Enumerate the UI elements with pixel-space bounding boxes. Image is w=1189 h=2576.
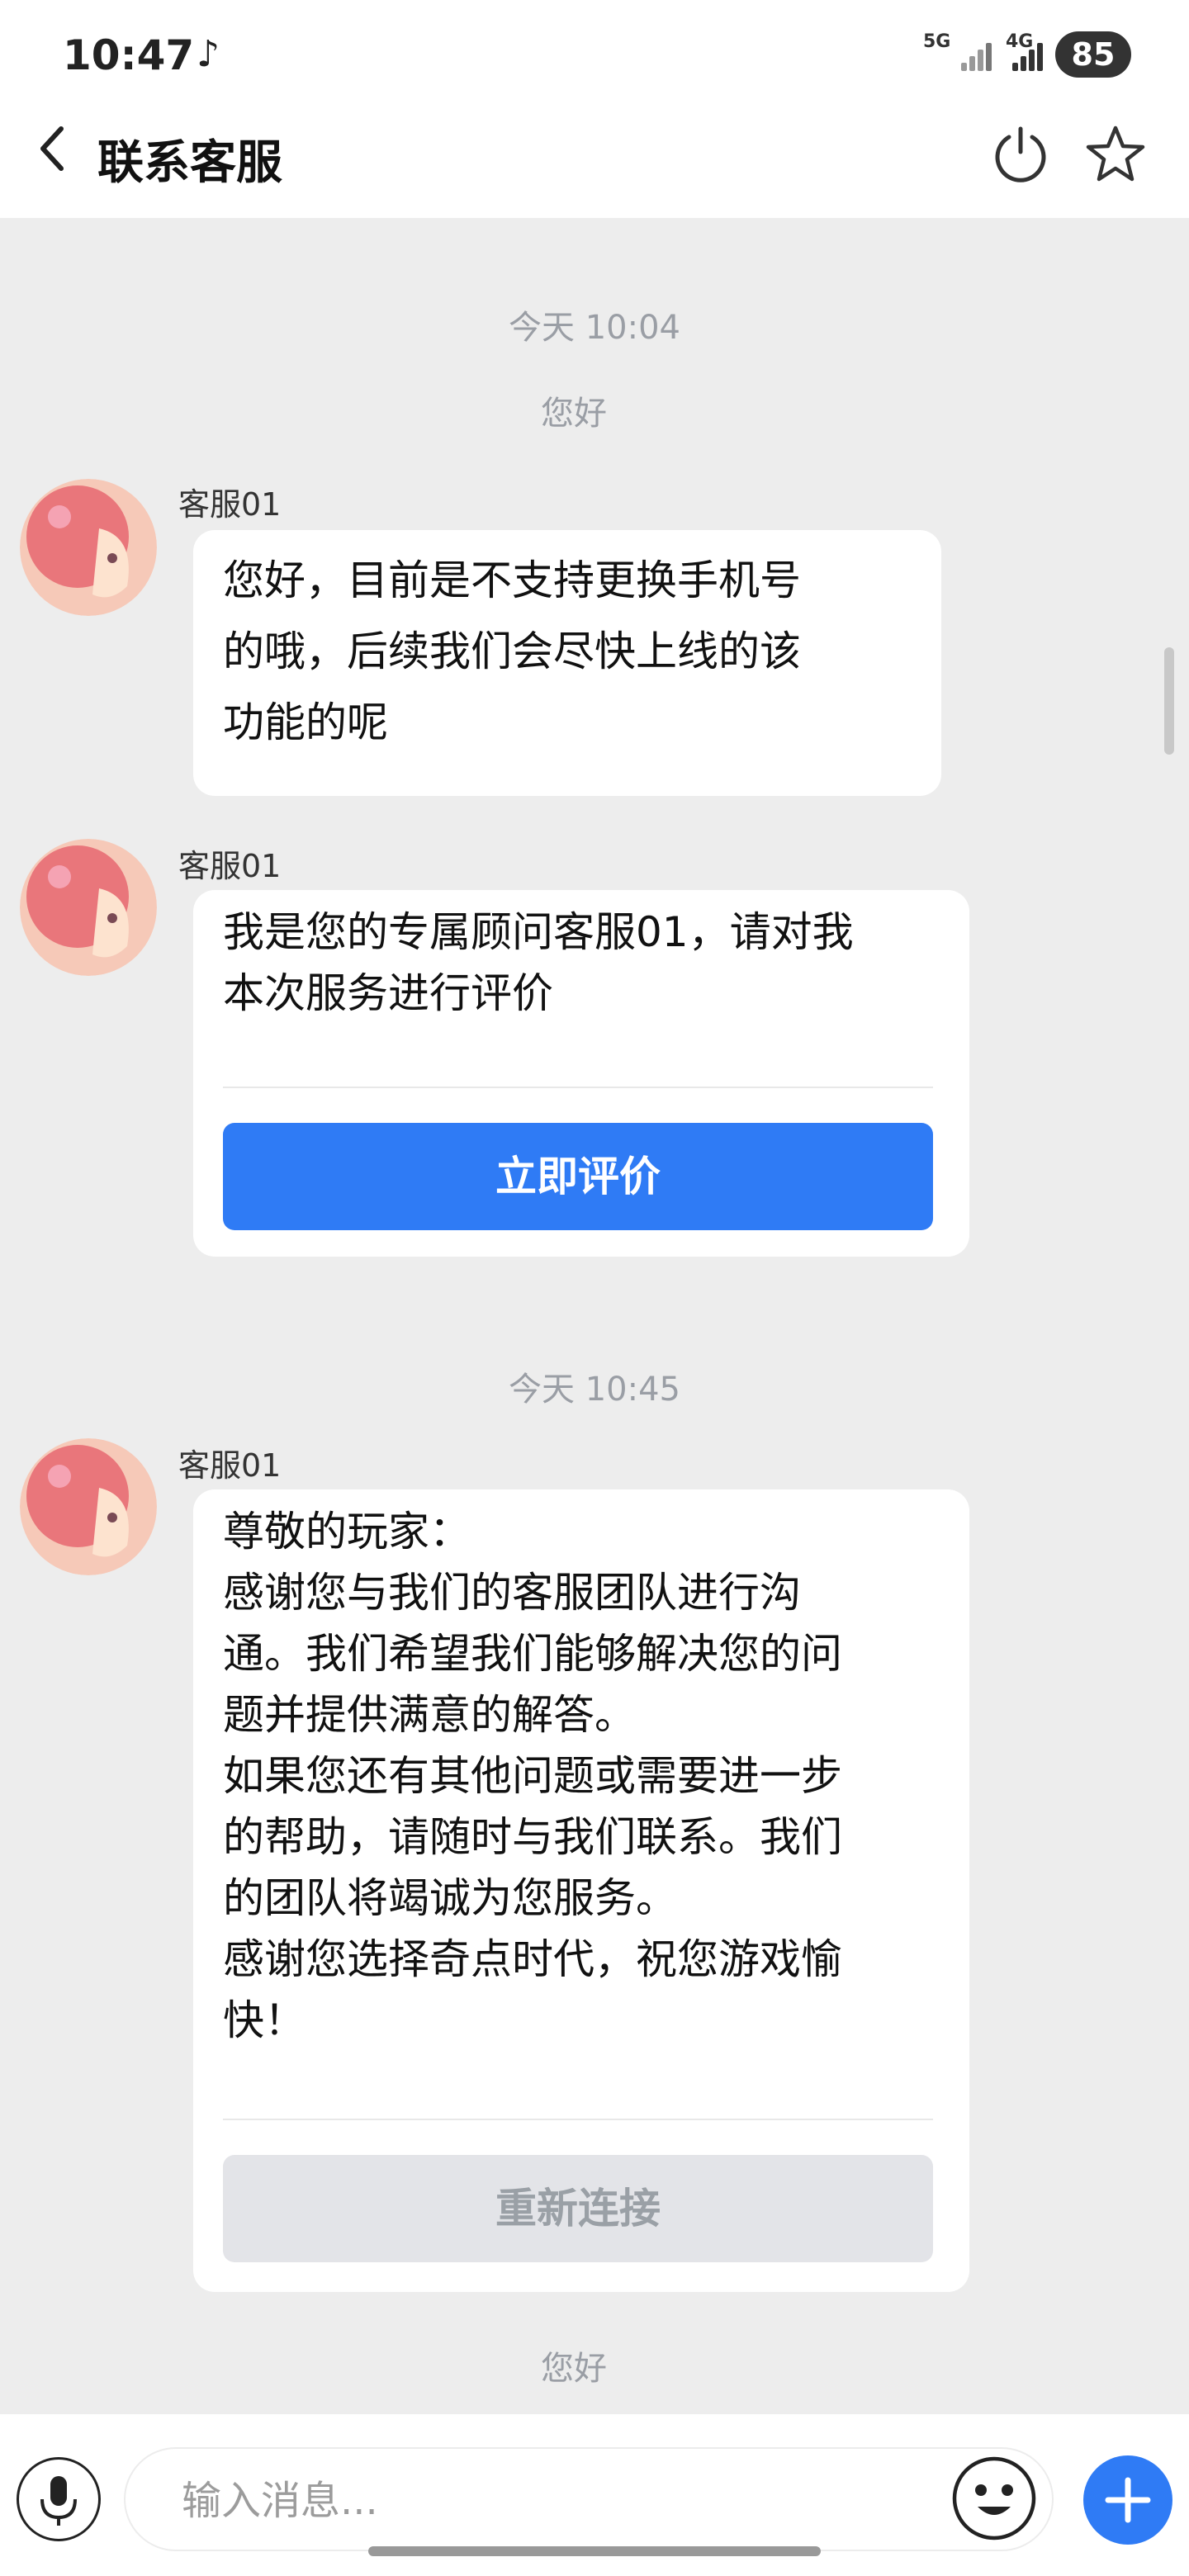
star-icon[interactable]	[1085, 124, 1146, 185]
scrollbar[interactable]	[1164, 647, 1174, 755]
timestamp: 今天 10:45	[509, 1371, 680, 1409]
system-message: 您好	[541, 2350, 607, 2388]
reconnect-button[interactable]: 重新连接	[223, 2155, 933, 2262]
message-text: 您好，目前是不支持更换手机号 的哦，后续我们会尽快上线的该 功能的呢	[223, 556, 801, 746]
avatar[interactable]	[20, 839, 157, 976]
emoji-icon[interactable]	[950, 2454, 1039, 2543]
message-text: 我是您的专属顾问客服01，请对我 本次服务进行评价	[223, 908, 854, 1017]
message-input-box[interactable]	[124, 2447, 1054, 2551]
microphone-button[interactable]	[17, 2457, 101, 2541]
page-title: 联系客服	[97, 136, 282, 190]
battery-indicator: 85	[1055, 31, 1131, 78]
message-text: 尊敬的玩家： 感谢您与我们的客服团队进行沟 通。我们希望我们能够解决您的问 题并…	[223, 1508, 842, 2044]
sender-name: 客服01	[178, 848, 282, 884]
message-input[interactable]	[180, 2465, 926, 2536]
message-bubble: 您好，目前是不支持更换手机号 的哦，后续我们会尽快上线的该 功能的呢	[193, 530, 941, 796]
avatar[interactable]	[20, 479, 157, 616]
rate-now-button[interactable]: 立即评价	[223, 1123, 933, 1230]
plus-button[interactable]	[1083, 2455, 1172, 2545]
tiktok-icon: ♪	[197, 33, 220, 75]
divider	[223, 1087, 933, 1088]
status-time: 10:47	[63, 31, 195, 79]
system-message: 您好	[541, 395, 607, 433]
microphone-icon	[40, 2476, 77, 2526]
avatar[interactable]	[20, 1438, 157, 1575]
signal-icon	[961, 38, 997, 71]
divider	[223, 2119, 933, 2120]
timestamp: 今天 10:04	[509, 309, 680, 347]
plus-icon	[1105, 2477, 1151, 2523]
sender-name: 客服01	[178, 486, 282, 523]
network-label-5g: 5G	[923, 31, 951, 52]
sender-name: 客服01	[178, 1447, 282, 1484]
chevron-left-icon[interactable]	[36, 124, 69, 173]
home-indicator[interactable]	[368, 2546, 821, 2556]
signal-icon-2	[1012, 38, 1049, 71]
power-icon[interactable]	[991, 124, 1050, 183]
rating-card: 我是您的专属顾问客服01，请对我 本次服务进行评价 立即评价	[193, 890, 969, 1257]
chat-area[interactable]: 今天 10:04 您好 客服01 您好，目前是不支持更换手机号 的哦，后续我们会…	[0, 218, 1189, 2414]
top-bar: 10:47 ♪ 5G 4G 85 联系客服	[0, 0, 1189, 218]
message-card: 尊敬的玩家： 感谢您与我们的客服团队进行沟 通。我们希望我们能够解决您的问 题并…	[193, 1489, 969, 2292]
